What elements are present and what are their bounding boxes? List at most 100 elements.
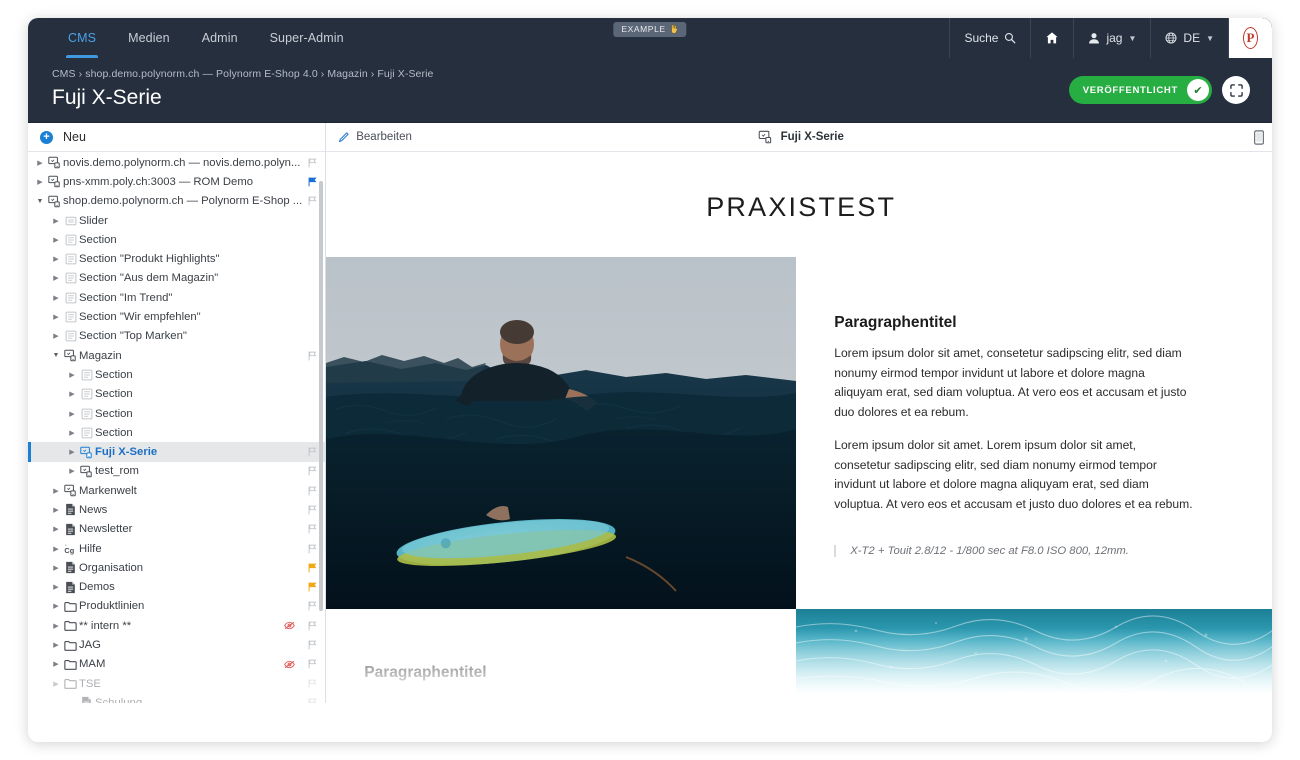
flag-icon[interactable] bbox=[302, 563, 317, 573]
sidebar-scrollbar-thumb[interactable] bbox=[319, 181, 323, 611]
tab-medien[interactable]: Medien bbox=[112, 18, 186, 58]
tree-item-section-produkt-highlights[interactable]: ▶Section "Produkt Highlights" bbox=[28, 249, 325, 268]
tree-item-pns-xmm-poly-ch-3003-rom-demo[interactable]: ▶pns-xmm.poly.ch:3003 — ROM Demo bbox=[28, 172, 325, 191]
tree-item-demos[interactable]: ▶Demos bbox=[28, 578, 325, 597]
tree-expand-arrow[interactable]: ▶ bbox=[50, 236, 62, 244]
tree-expand-arrow[interactable]: ▶ bbox=[66, 429, 78, 437]
tree-expand-arrow[interactable]: ▶ bbox=[50, 680, 62, 688]
flag-icon[interactable] bbox=[302, 466, 317, 476]
content-tree[interactable]: ▶novis.demo.polynorm.ch — novis.demo.pol… bbox=[28, 152, 325, 703]
fullscreen-button[interactable] bbox=[1222, 76, 1250, 104]
tree-expand-arrow[interactable]: ▶ bbox=[50, 332, 62, 340]
tree-expand-arrow[interactable]: ▶ bbox=[50, 622, 62, 630]
tree-item-test-rom[interactable]: ▶test_rom bbox=[28, 462, 325, 481]
tree-expand-arrow[interactable]: ▶ bbox=[50, 564, 62, 572]
tree-expand-arrow[interactable]: ▶ bbox=[50, 255, 62, 263]
flag-icon[interactable] bbox=[302, 524, 317, 534]
tree-expand-arrow[interactable]: ▶ bbox=[34, 178, 46, 186]
tree-item-section[interactable]: ▶Section bbox=[28, 423, 325, 442]
tree-expand-arrow[interactable]: ▶ bbox=[66, 371, 78, 379]
language-menu[interactable]: DE ▼ bbox=[1150, 18, 1228, 58]
tree-expand-arrow[interactable]: ▶ bbox=[50, 660, 62, 668]
tree-expand-arrow[interactable]: ▶ bbox=[66, 390, 78, 398]
tree-expand-arrow[interactable]: ▶ bbox=[50, 274, 62, 282]
tree-item-label: shop.demo.polynorm.ch — Polynorm E-Shop … bbox=[63, 195, 302, 207]
flag-icon[interactable] bbox=[302, 679, 317, 689]
tree-expand-arrow[interactable]: ▼ bbox=[50, 352, 62, 359]
flag-icon[interactable] bbox=[302, 621, 317, 631]
tree-item-magazin[interactable]: ▼Magazin bbox=[28, 346, 325, 365]
tree-expand-arrow[interactable]: ▶ bbox=[66, 410, 78, 418]
tree-item-section-wir-empfehlen[interactable]: ▶Section "Wir empfehlen" bbox=[28, 307, 325, 326]
tree-item-label: Schulung bbox=[95, 697, 302, 703]
tree-expand-arrow[interactable]: ▶ bbox=[50, 217, 62, 225]
header-actions: VERÖFFENTLICHT ✔ bbox=[1069, 76, 1250, 104]
tree-item-section[interactable]: ▶Section bbox=[28, 385, 325, 404]
tree-expand-arrow[interactable]: ▶ bbox=[50, 506, 62, 514]
tree-expand-arrow[interactable]: ▶ bbox=[50, 487, 62, 495]
flag-icon[interactable] bbox=[302, 447, 317, 457]
tab-super-admin[interactable]: Super-Admin bbox=[254, 18, 360, 58]
tree-item-section[interactable]: ▶Section bbox=[28, 230, 325, 249]
tab-admin[interactable]: Admin bbox=[186, 18, 254, 58]
tree-item-organisation[interactable]: ▶Organisation bbox=[28, 558, 325, 577]
tree-item-intern[interactable]: ▶** intern ** bbox=[28, 616, 325, 635]
home-button[interactable] bbox=[1030, 18, 1073, 58]
tree-expand-arrow[interactable]: ▶ bbox=[50, 583, 62, 591]
flag-icon[interactable] bbox=[302, 177, 317, 187]
flag-icon[interactable] bbox=[302, 698, 317, 703]
tree-expand-arrow[interactable]: ▶ bbox=[66, 467, 78, 475]
tree-item-schulung[interactable]: Schulung bbox=[28, 693, 325, 703]
flag-icon[interactable] bbox=[302, 601, 317, 611]
new-item-button[interactable]: + Neu bbox=[28, 123, 325, 152]
edit-button[interactable]: Bearbeiten bbox=[338, 131, 412, 143]
search-button[interactable]: Suche bbox=[949, 18, 1030, 58]
flag-icon[interactable] bbox=[302, 582, 317, 592]
tree-item-section-im-trend[interactable]: ▶Section "Im Trend" bbox=[28, 288, 325, 307]
tree-expand-arrow[interactable]: ▶ bbox=[50, 313, 62, 321]
tree-item-section[interactable]: ▶Section bbox=[28, 404, 325, 423]
flag-icon[interactable] bbox=[302, 196, 317, 206]
tree-item-news[interactable]: ▶News bbox=[28, 500, 325, 519]
flag-icon[interactable] bbox=[302, 659, 317, 669]
tree-expand-arrow[interactable]: ▶ bbox=[34, 159, 46, 167]
tree-item-section[interactable]: ▶Section bbox=[28, 365, 325, 384]
tree-expand-arrow[interactable]: ▼ bbox=[34, 198, 46, 205]
tree-item-markenwelt[interactable]: ▶Markenwelt bbox=[28, 481, 325, 500]
flag-icon[interactable] bbox=[302, 486, 317, 496]
app-logo[interactable]: P bbox=[1228, 18, 1272, 58]
flag-icon[interactable] bbox=[302, 544, 317, 554]
tree-item-shop-demo-polynorm-ch-polynorm-e-shop[interactable]: ▼ shop.demo.polynorm.ch — Polynorm E-Shop… bbox=[28, 192, 325, 211]
tree-item-jag[interactable]: ▶JAG bbox=[28, 635, 325, 654]
publish-status-toggle[interactable]: VERÖFFENTLICHT ✔ bbox=[1069, 76, 1212, 104]
tree-item-newsletter[interactable]: ▶Newsletter bbox=[28, 520, 325, 539]
tree-item-fuji-x-serie[interactable]: ▶Fuji X-Serie bbox=[28, 442, 325, 461]
hidden-eye-icon bbox=[280, 660, 295, 669]
tree-expand-arrow[interactable]: ▶ bbox=[50, 602, 62, 610]
tree-item-section-top-marken[interactable]: ▶Section "Top Marken" bbox=[28, 327, 325, 346]
flag-icon[interactable] bbox=[302, 640, 317, 650]
tree-expand-arrow[interactable]: ▶ bbox=[66, 448, 78, 456]
flag-icon[interactable] bbox=[302, 505, 317, 515]
tree-item-slider[interactable]: ▶Slider bbox=[28, 211, 325, 230]
mobile-device-toggle[interactable] bbox=[1254, 130, 1264, 145]
user-menu[interactable]: jag ▼ bbox=[1073, 18, 1150, 58]
tree-item-section-aus-dem-magazin[interactable]: ▶Section "Aus dem Magazin" bbox=[28, 269, 325, 288]
svg-text:Cg: Cg bbox=[64, 546, 74, 555]
tree-item-produktlinien[interactable]: ▶Produktlinien bbox=[28, 597, 325, 616]
tree-item-tse[interactable]: ▶TSE bbox=[28, 674, 325, 693]
tree-item-novis-demo-polynorm-ch-novis-demo-polyn[interactable]: ▶novis.demo.polynorm.ch — novis.demo.pol… bbox=[28, 153, 325, 172]
tree-expand-arrow[interactable]: ▶ bbox=[50, 294, 62, 302]
tree-expand-arrow[interactable]: ▶ bbox=[50, 525, 62, 533]
page-icon bbox=[78, 696, 95, 703]
tree-item-mam[interactable]: ▶MAM bbox=[28, 655, 325, 674]
tree-expand-arrow[interactable]: ▶ bbox=[50, 545, 62, 553]
tab-cms[interactable]: CMS bbox=[52, 18, 112, 58]
tree-item-hilfe[interactable]: ▶°CgHilfe bbox=[28, 539, 325, 558]
example-badge-label: EXAMPLE bbox=[621, 24, 665, 34]
check-icon: ✔ bbox=[1187, 79, 1209, 101]
tree-expand-arrow[interactable]: ▶ bbox=[50, 641, 62, 649]
flag-icon[interactable] bbox=[302, 351, 317, 361]
content-row-2: Paragraphentitel Lorem ipsum dolor sit a… bbox=[326, 609, 1272, 703]
flag-icon[interactable] bbox=[302, 158, 317, 168]
